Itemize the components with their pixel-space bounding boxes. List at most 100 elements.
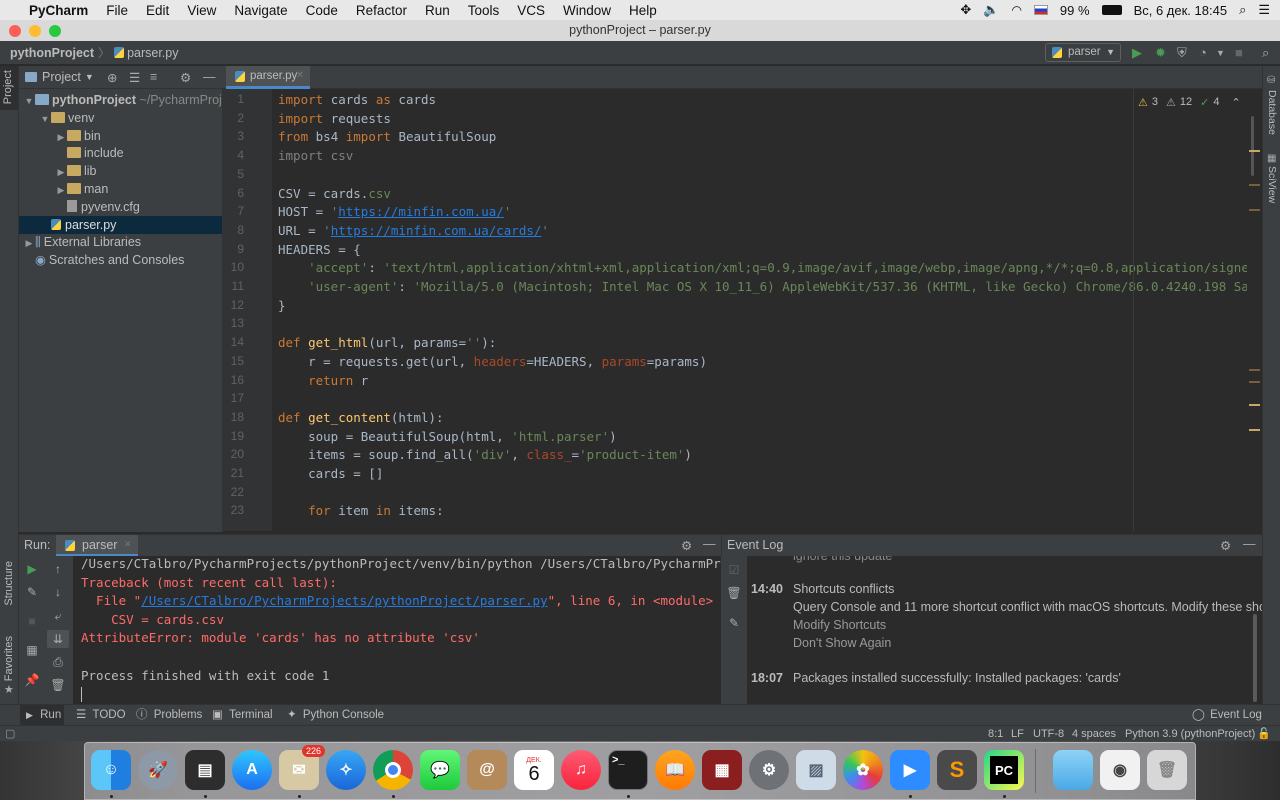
messages-icon[interactable]: 💬 [420,750,460,790]
weak-marker[interactable] [1249,209,1260,211]
chevron-down-icon[interactable]: ▼ [85,72,94,82]
tab-parser-py[interactable]: parser.py ✕ [226,66,310,89]
tree-item[interactable]: ◉ Scratches and Consoles [19,251,222,269]
wrench-icon[interactable]: ✎ [24,584,40,600]
project-view-select[interactable]: Project [42,70,81,84]
photo-booth-icon[interactable]: ▤ [185,750,225,790]
pin-icon[interactable]: 📌 [24,672,40,688]
tree-item[interactable]: ▶ lib [19,162,222,180]
tree-item[interactable]: ▼ venv [19,109,222,127]
clear-all-icon[interactable]: 🗑 [726,585,742,601]
minimize-window-button[interactable] [29,25,41,37]
profile-icon[interactable]: ◔ [1199,45,1207,60]
tree-item[interactable]: ▶ man [19,180,222,198]
event-log-scrollbar[interactable] [1253,614,1257,702]
tool-windows-toggle-icon[interactable]: ▢ [5,726,15,742]
tree-item[interactable]: pyvenv.cfg [19,198,222,216]
sciview-stripe-label[interactable]: SciView [1266,166,1278,203]
collapse-all-icon[interactable]: ≡ [150,70,157,84]
terminal-icon[interactable]: >_ [608,750,648,790]
dont-show-again-link[interactable]: Don't Show Again [793,634,891,652]
menu-vcs[interactable]: VCS [508,3,554,18]
safari-icon[interactable]: ✧ [326,750,366,790]
app-store-icon[interactable]: A [232,750,272,790]
chevron-right-icon[interactable]: ▶ [55,163,67,180]
spotlight-icon[interactable]: ⌕ [1239,2,1246,18]
hide-panel-icon[interactable]: — [703,537,716,551]
terminal-tool-button[interactable]: ▣ Terminal [212,705,273,726]
menu-help[interactable]: Help [620,3,666,18]
run-configuration-select[interactable]: parser ▼ [1045,43,1121,62]
problems-tool-button[interactable]: ⓘ Problems [136,705,202,726]
warning-marker[interactable] [1249,404,1260,406]
file-encoding[interactable]: UTF-8 [1033,726,1064,742]
menu-window[interactable]: Window [554,3,620,18]
app-menu[interactable]: PyCharm [25,3,97,18]
coverage-icon[interactable]: ⛨ [1177,45,1187,61]
stop-icon[interactable]: ■ [24,613,40,629]
calendar-icon[interactable]: ДЕК. 6 [514,750,554,790]
close-run-tab-icon[interactable]: ✕ [124,539,132,550]
code-editor[interactable]: import cards as cards import requests from… [272,89,1262,531]
chevron-right-icon[interactable]: ▶ [23,234,35,251]
tree-item[interactable]: ▶ ⫼ External Libraries [19,233,222,251]
volume-icon[interactable]: 🔈 [983,2,999,18]
menu-run[interactable]: Run [416,3,459,18]
search-everywhere-icon[interactable]: ⌕ [1262,45,1269,61]
scroll-up-icon[interactable]: ↑ [50,561,66,577]
warning-marker[interactable] [1249,150,1260,152]
clear-all-icon[interactable]: 🗑 [50,677,66,693]
books-icon[interactable]: 📖 [655,750,695,790]
print-icon[interactable]: ⎙ [50,654,66,670]
chevron-right-icon[interactable]: ▶ [55,128,67,145]
run-console-output[interactable]: /Users/CTalbro/PycharmProjects/pythonPro… [73,556,721,704]
contacts-icon[interactable]: @ [467,750,507,790]
caret-position[interactable]: 8:1 [988,726,1003,742]
indent-setting[interactable]: 4 spaces [1072,726,1116,742]
rerun-icon[interactable]: ▶ [24,561,40,577]
debug-icon[interactable]: ✹ [1155,45,1166,61]
clock[interactable]: Вс, 6 дек. 18:45 [1134,3,1228,18]
structure-stripe-label[interactable]: Structure [3,561,15,606]
project-stripe-button[interactable]: Project [0,66,18,110]
chevron-down-icon[interactable]: ▼ [23,92,35,109]
system-preferences-icon[interactable]: ⚙ [749,750,789,790]
finder-icon[interactable]: ☺ [91,750,131,790]
menu-navigate[interactable]: Navigate [225,3,296,18]
modify-shortcuts-link[interactable]: Modify Shortcuts [793,616,886,634]
menu-refactor[interactable]: Refactor [347,3,416,18]
wifi-icon[interactable]: ◠ [1011,3,1021,17]
database-stripe-label[interactable]: Database [1266,90,1278,135]
chevron-down-icon[interactable]: ▼ [39,110,51,127]
input-flag-icon[interactable] [1033,5,1048,15]
favorites-stripe-label[interactable]: Favorites [3,636,15,681]
mark-all-read-icon[interactable]: ☑ [726,562,742,578]
python-interpreter[interactable]: Python 3.9 (pythonProject) [1125,726,1255,742]
expand-all-icon[interactable]: ☰ [129,70,140,85]
breadcrumb-file[interactable]: parser.py [127,46,178,60]
menu-view[interactable]: View [178,3,225,18]
menu-file[interactable]: File [97,3,137,18]
weak-marker[interactable] [1249,381,1260,383]
tree-item[interactable]: include [19,144,222,162]
mail-icon[interactable]: ✉ 226 [279,745,325,790]
warning-marker[interactable] [1249,429,1260,431]
battery-percent[interactable]: 99 % [1060,3,1090,18]
close-window-button[interactable] [9,25,21,37]
layout-icon[interactable]: ▦ [24,642,40,658]
tree-item[interactable]: ▶ bin [19,127,222,145]
todo-tool-button[interactable]: ☰ TODO [76,705,126,726]
event-log-tool-button[interactable]: ◯ Event Log [1192,705,1262,726]
battery-icon[interactable] [1101,5,1122,15]
folder-icon[interactable] [1053,750,1093,790]
photos-icon[interactable]: ✿ [843,750,883,790]
preview-icon[interactable]: ▨ [796,750,836,790]
more-run-chevron-icon[interactable]: ▼ [1216,48,1225,58]
inspection-widget[interactable]: ⚠3 ⚠12 ✓4 ⌃ ⌄ [1138,94,1262,110]
pycharm-icon[interactable]: PC [984,750,1024,790]
soft-wrap-icon[interactable]: ⤶ [50,608,66,624]
gear-icon[interactable]: ⚙ [180,70,191,85]
photo-booth-2-icon[interactable]: ▦ [702,750,742,790]
weak-marker[interactable] [1249,369,1260,371]
scroll-to-end-icon[interactable]: ⇊ [47,630,69,648]
